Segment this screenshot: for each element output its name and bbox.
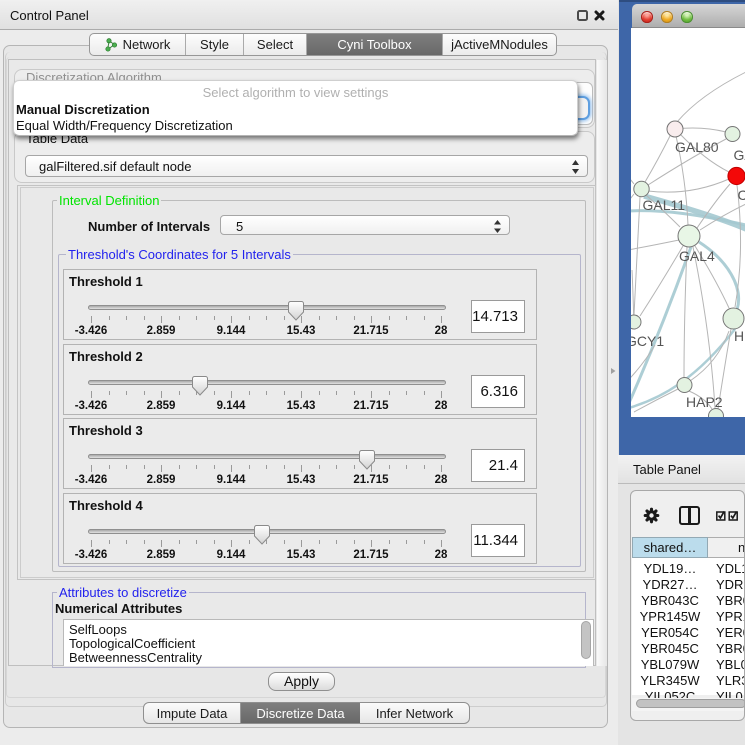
- svg-text:GCY1: GCY1: [631, 333, 664, 349]
- svg-text:GAL: GAL: [734, 147, 745, 163]
- svg-text:GAL11: GAL11: [643, 197, 686, 213]
- svg-text:HAP2: HAP2: [686, 394, 723, 410]
- svg-text:GAL80: GAL80: [675, 139, 719, 155]
- svg-text:H: H: [734, 328, 744, 344]
- svg-text:GAL4: GAL4: [679, 248, 715, 264]
- svg-text:C: C: [738, 187, 745, 203]
